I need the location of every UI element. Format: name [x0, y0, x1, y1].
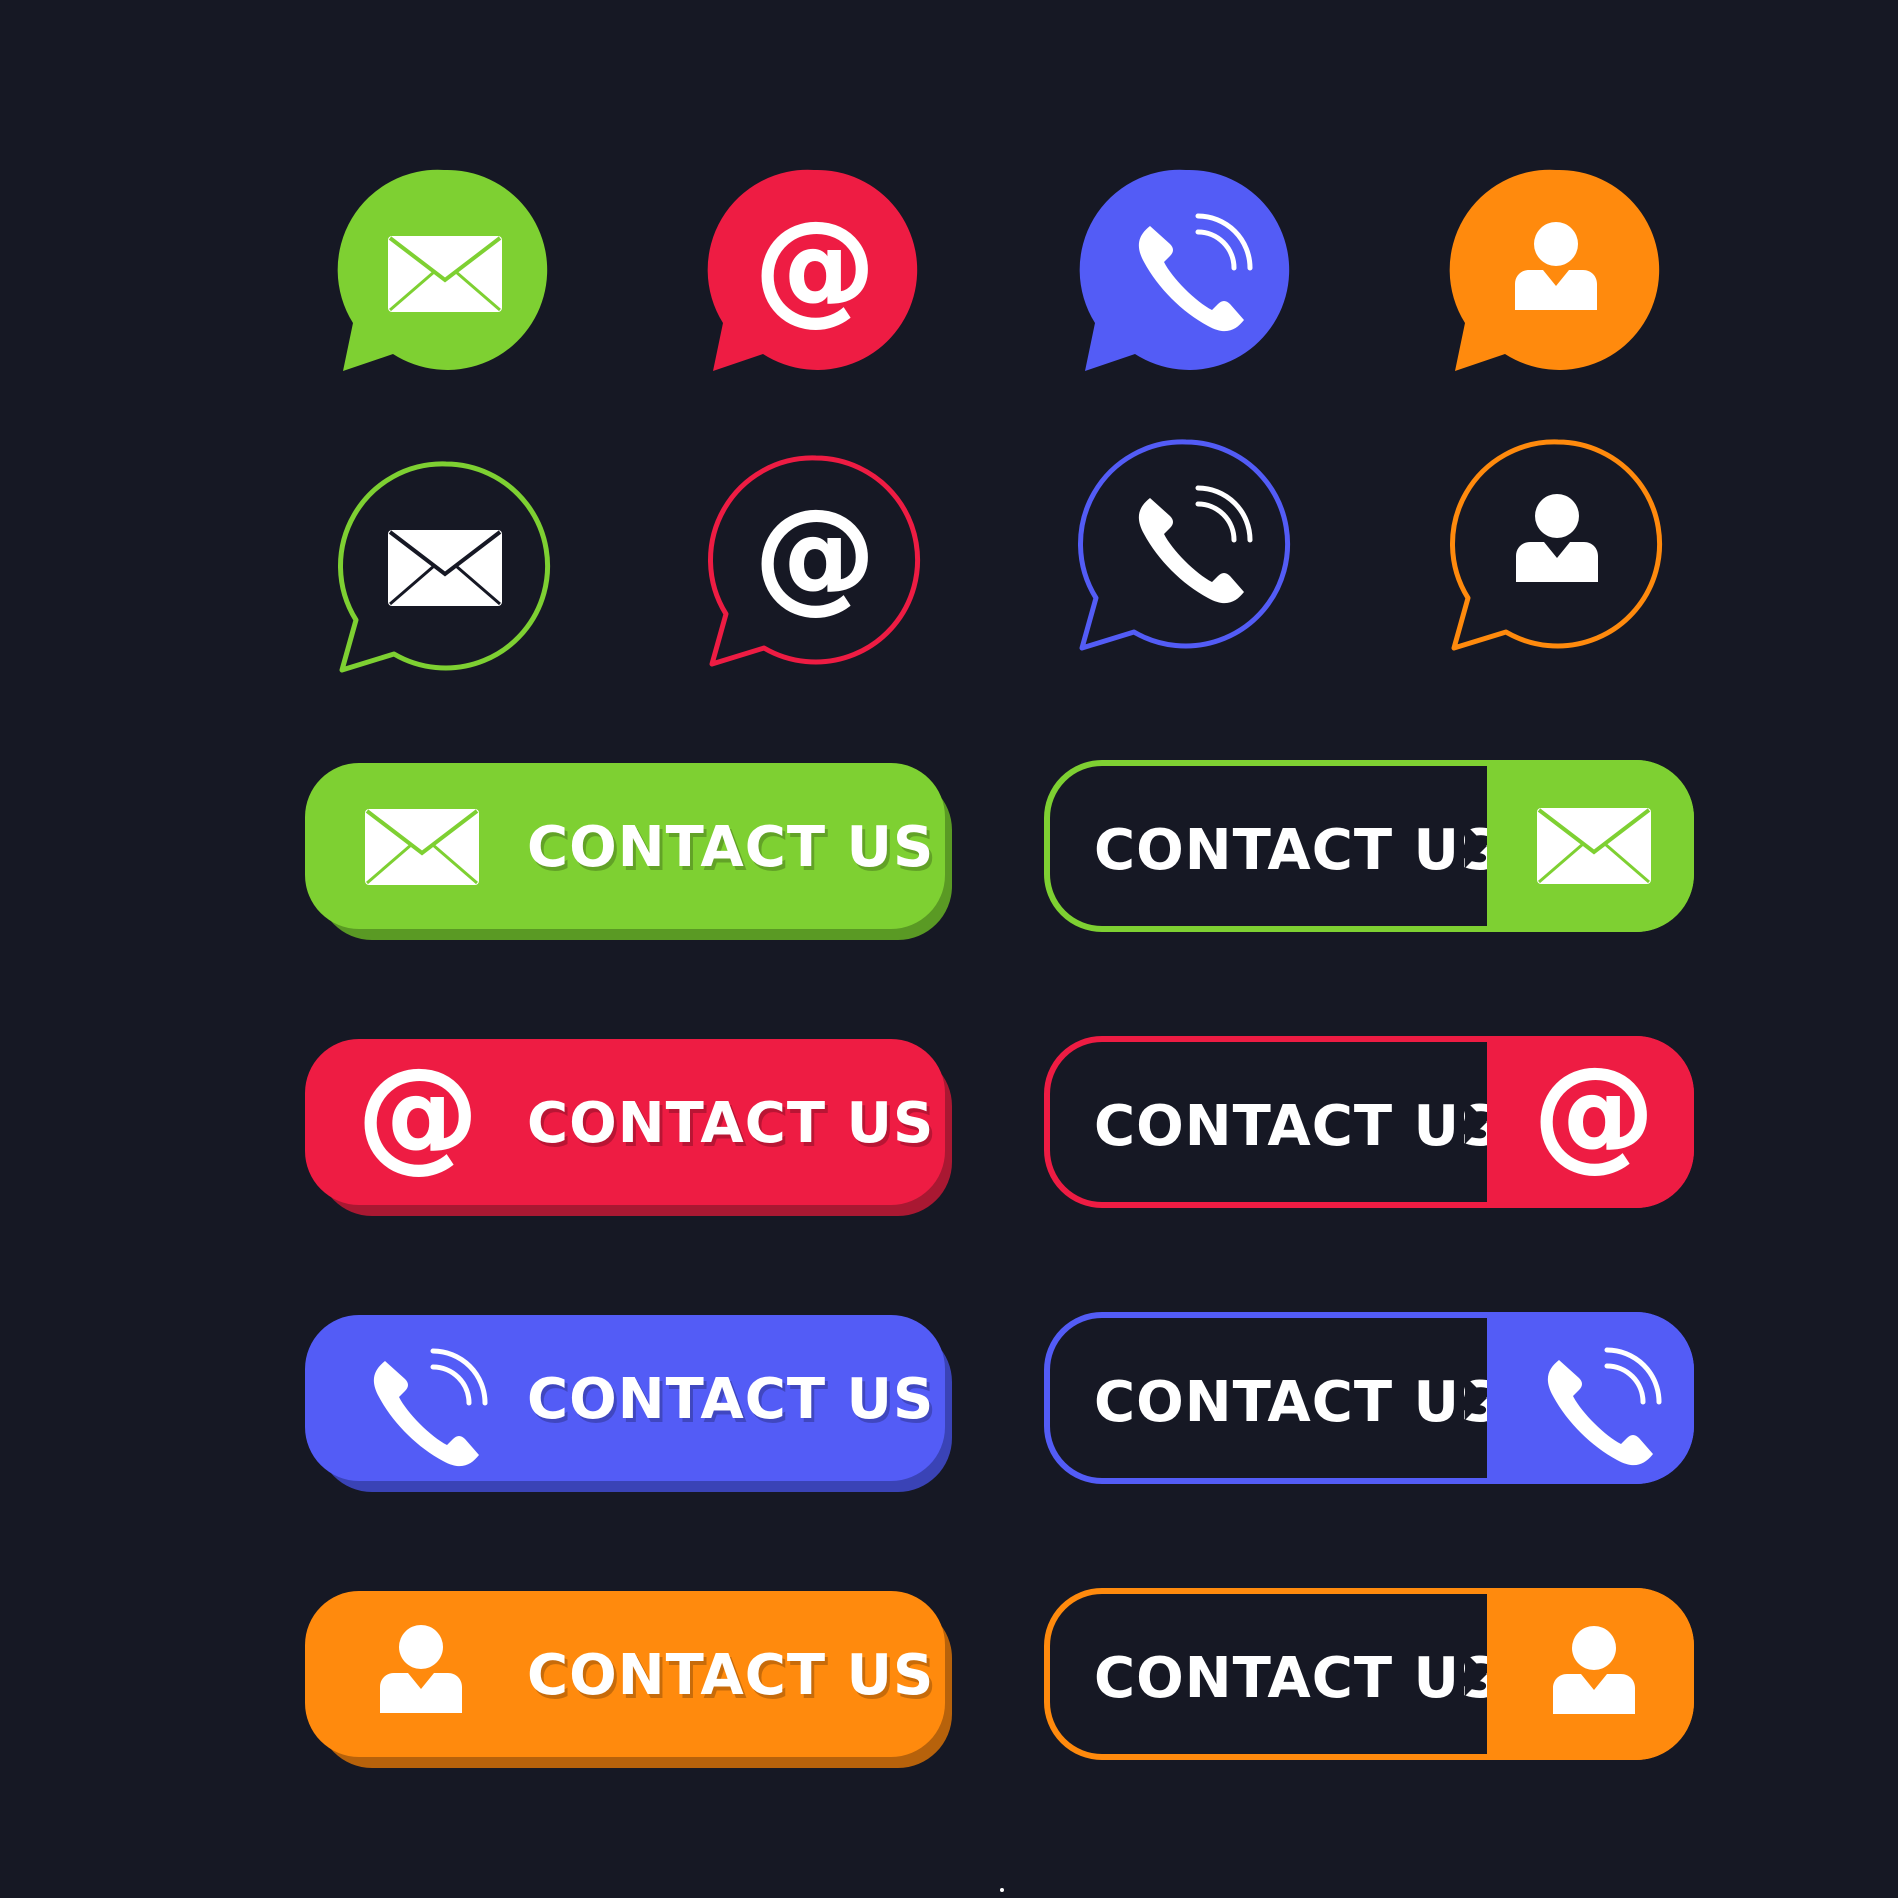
contact-us-button-mail-solid[interactable]: CONTACT US — [305, 763, 945, 929]
button-label: CONTACT US — [1094, 1094, 1502, 1159]
contact-us-button-mail-outline[interactable]: CONTACT US — [1044, 760, 1694, 932]
phone-icon — [1547, 1347, 1662, 1466]
contact-us-button-phone-solid[interactable]: CONTACT US — [305, 1315, 945, 1481]
contact-us-button-at-outline[interactable]: CONTACT US @ — [1044, 1036, 1694, 1208]
svg-text:@: @ — [357, 1042, 479, 1184]
phone-icon — [373, 1348, 488, 1467]
button-label: CONTACT US — [1094, 1646, 1502, 1711]
user-icon — [380, 1625, 462, 1713]
at-sign-icon: @ — [357, 1042, 480, 1185]
mail-icon — [365, 809, 479, 885]
button-label: CONTACT US — [527, 1643, 935, 1708]
decorative-dot — [1000, 1888, 1004, 1892]
icon-tab — [1465, 760, 1694, 932]
button-label: CONTACT US — [527, 815, 935, 880]
user-icon — [1553, 1626, 1635, 1714]
contact-us-button-at-solid[interactable]: @ CONTACT US — [305, 1039, 945, 1205]
icon-tab — [1465, 1588, 1694, 1760]
mail-icon — [1537, 808, 1651, 884]
svg-text:@: @ — [754, 195, 876, 337]
icon-tab: @ — [1465, 1036, 1694, 1208]
button-label: CONTACT US — [527, 1091, 935, 1156]
button-label: CONTACT US — [527, 1367, 935, 1432]
icon-tab — [1465, 1312, 1694, 1484]
contact-us-button-user-outline[interactable]: CONTACT US — [1044, 1588, 1694, 1760]
contact-us-button-phone-outline[interactable]: CONTACT US — [1044, 1312, 1694, 1484]
icon-sheet: @ @ CONTACT US @ CONTACT US CONTACT US C… — [0, 0, 1898, 1898]
at-sign-icon: @ — [1533, 1041, 1656, 1184]
svg-text:@: @ — [1533, 1041, 1655, 1183]
button-label: CONTACT US — [1094, 1370, 1502, 1435]
svg-text:@: @ — [754, 483, 876, 625]
button-label: CONTACT US — [1094, 818, 1502, 883]
contact-us-button-user-solid[interactable]: CONTACT US — [305, 1591, 945, 1757]
